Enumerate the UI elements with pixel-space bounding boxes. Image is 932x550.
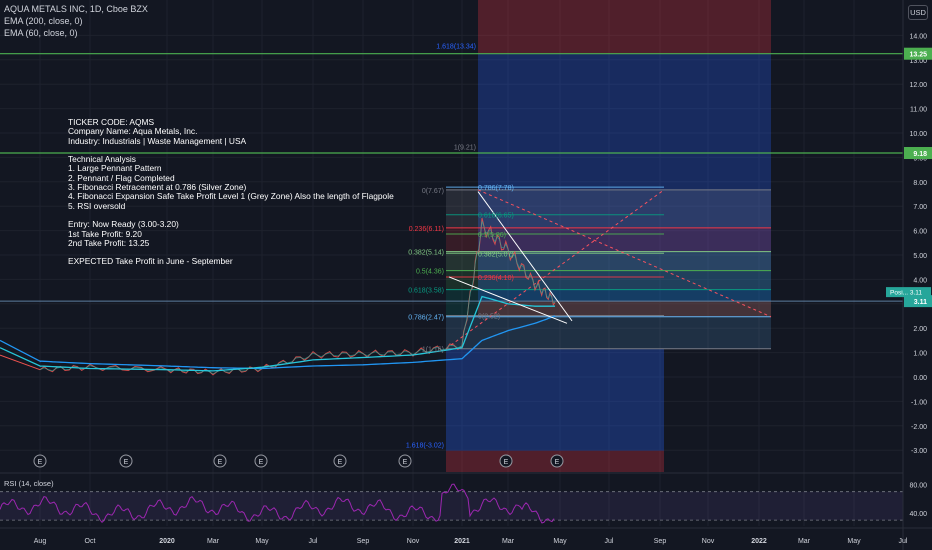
indicator-ema60-label: EMA (60, close, 0)	[4, 28, 78, 38]
price-axis-tick: 8.00	[913, 180, 927, 187]
price-label-text: 9.18	[913, 151, 927, 158]
position-label-text: Posi... 3.11	[890, 290, 922, 297]
time-axis-label: Sep	[654, 538, 667, 545]
earnings-marker[interactable]: E	[119, 454, 133, 468]
chart-canvas[interactable]: 0(7.67) 0.236(6.11) 0.382(5.14) 0.5(4.36) 0.…	[0, 0, 932, 550]
rsi-axis-tick: 80.00	[909, 483, 927, 490]
time-axis-label: May	[255, 538, 269, 545]
price-axis-tick: -1.00	[911, 399, 927, 406]
stop-zone-top	[478, 0, 771, 54]
earnings-marker-label: E	[124, 459, 129, 466]
time-axis-label: 2022	[751, 538, 767, 545]
time-axis-label: May	[553, 538, 567, 545]
rsi-label: RSI (14, close)	[4, 479, 54, 488]
time-axis-label: Oct	[85, 538, 96, 545]
price-axis-tick: 6.00	[913, 229, 927, 236]
note-line: 5. RSI oversold	[68, 200, 126, 211]
fib-retracement-label: 0.786(2.47)	[408, 315, 444, 322]
note-line: 2nd Take Profit: 13.25	[68, 237, 150, 248]
symbol-title: AQUA METALS INC, 1D, Cboe BZX	[4, 4, 148, 14]
price-axis-tick: 7.00	[913, 204, 927, 211]
fib-extension-label: 0.786(7.78)	[478, 185, 514, 192]
fib-extension-label: 0(2.52)	[478, 314, 500, 321]
fib-retracement-label: 0.236(6.11)	[409, 226, 444, 233]
earnings-marker-label: E	[218, 459, 223, 466]
price-axis-tick: 5.00	[913, 253, 927, 260]
price-label-text: 13.25	[909, 52, 927, 59]
earnings-marker-label: E	[338, 459, 343, 466]
fib-zone	[446, 189, 771, 228]
fib-extension-label: 0.382(5.07)	[478, 251, 514, 258]
rsi-band	[0, 491, 903, 521]
earnings-marker[interactable]: E	[333, 454, 347, 468]
time-axis-label: Sep	[357, 538, 370, 545]
price-axis-tick: 0.00	[913, 375, 927, 382]
earnings-marker-label: E	[504, 459, 509, 466]
fib-extension-label: 1(9.21)	[454, 144, 476, 151]
time-axis-label: Mar	[207, 538, 220, 545]
fib-extension-label: 1.618(-3.02)	[406, 443, 444, 450]
price-axis-tick: 11.00	[910, 107, 927, 114]
time-axis-label: 2020	[159, 538, 175, 545]
note-line: EXPECTED Take Profit in June - September	[68, 256, 233, 267]
price-axis-tick: 12.00	[909, 82, 927, 89]
fib-retracement-label: 1(1.16)	[422, 347, 444, 354]
rsi-axis-tick: 40.00	[909, 511, 927, 518]
earnings-marker[interactable]: E	[398, 454, 412, 468]
indicator-ema200-label: EMA (200, close, 0)	[4, 16, 83, 26]
chart-window: 0(7.67) 0.236(6.11) 0.382(5.14) 0.5(4.36) 0.…	[0, 0, 932, 550]
earnings-marker-label: E	[38, 459, 43, 466]
price-axis-tick: 4.00	[913, 277, 927, 284]
time-axis-label: Jul	[309, 538, 318, 545]
earnings-marker[interactable]: E	[33, 454, 47, 468]
earnings-marker[interactable]: E	[254, 454, 268, 468]
fib-extension-label: 0.236(4.10)	[478, 275, 514, 282]
time-axis-label: May	[847, 538, 861, 545]
time-axis-label: 2021	[454, 538, 470, 545]
note-line: Industry: Industrials | Waste Management…	[68, 135, 247, 146]
fib-extension-label: 1.618(13.34)	[436, 44, 476, 51]
time-axis-label: Aug	[34, 538, 47, 545]
extension-zone-lower	[446, 348, 664, 451]
fib-zone	[446, 316, 771, 349]
time-axis-label: Nov	[702, 538, 715, 545]
analysis-note: TICKER CODE: AQMS Company Name: Aqua Meta…	[68, 117, 394, 267]
price-axis-tick: -2.00	[911, 424, 927, 431]
earnings-marker[interactable]: E	[550, 454, 564, 468]
earnings-marker-label: E	[403, 459, 408, 466]
fib-retracement-label: 0(7.67)	[422, 188, 444, 195]
price-axis-tick: 2.00	[913, 326, 927, 333]
currency-button[interactable]: USD	[908, 5, 928, 20]
time-axis-label: Mar	[798, 538, 811, 545]
price-axis-tick: 1.00	[913, 351, 927, 358]
earnings-marker[interactable]: E	[499, 454, 513, 468]
earnings-marker-label: E	[259, 459, 264, 466]
earnings-marker-label: E	[555, 459, 560, 466]
fib-retracement-label: 0.618(3.58)	[408, 288, 444, 295]
earnings-marker[interactable]: E	[213, 454, 227, 468]
time-axis-label: Jul	[605, 538, 614, 545]
time-axis-label: Nov	[407, 538, 420, 545]
price-axis-tick: 14.00	[909, 33, 927, 40]
fib-extension-label: 0.5(5.86)	[478, 232, 506, 239]
fib-extension-label: 0.618(6.65)	[478, 213, 514, 220]
time-axis-label: Jul	[899, 538, 908, 545]
fib-retracement-label: 0.5(4.36)	[416, 269, 444, 276]
price-axis-tick: -3.00	[911, 448, 927, 455]
time-axis-label: Mar	[502, 538, 515, 545]
fib-retracement-label: 0.382(5.14)	[408, 250, 444, 257]
price-axis-tick: 10.00	[909, 131, 927, 138]
price-label-text: 3.11	[914, 299, 927, 306]
